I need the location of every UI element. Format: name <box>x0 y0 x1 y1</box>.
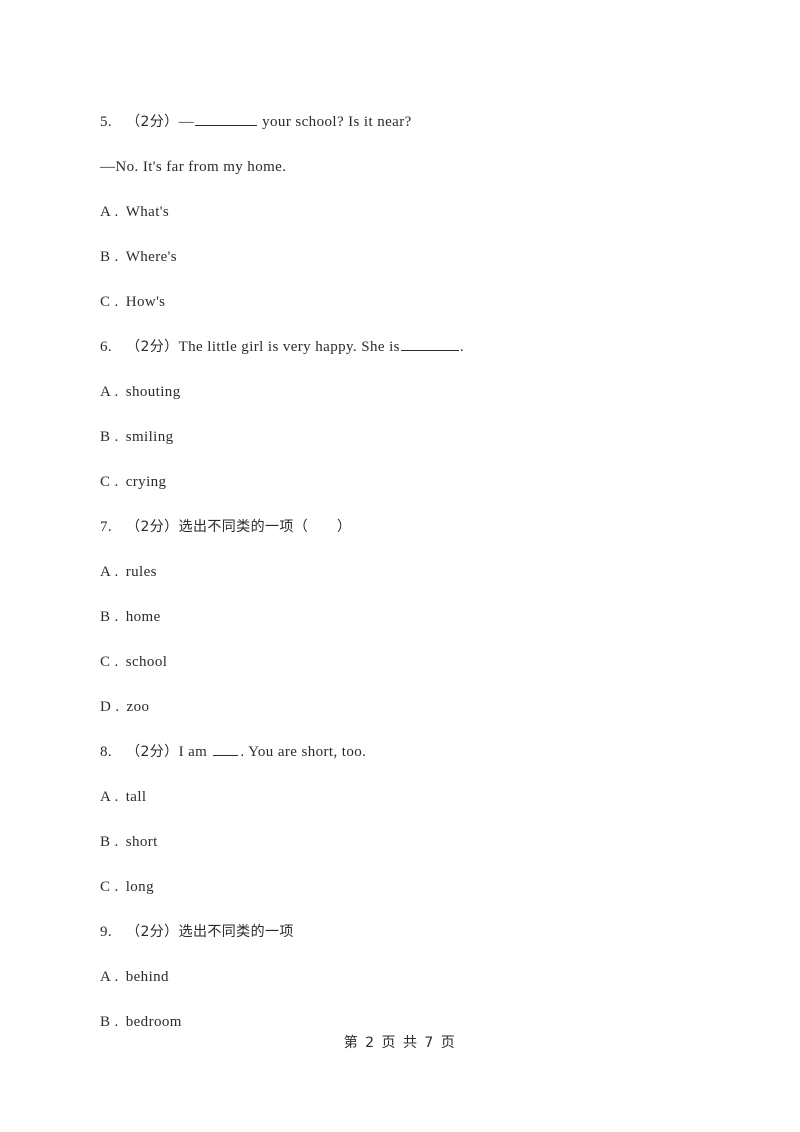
option-letter-8-b: B . <box>100 834 119 850</box>
answer-blank-6[interactable] <box>400 337 459 351</box>
question-stem-text-7: 选出不同类的一项（ ） <box>178 519 352 535</box>
option-text-5-a: What's <box>125 204 170 220</box>
question-score-5: （2分） <box>126 114 179 130</box>
question-continuation-5: —No. It's far from my home. <box>100 159 287 175</box>
option-letter-9-b: B . <box>100 1014 119 1030</box>
question-number-5: 5. <box>100 114 113 130</box>
option-text-9-a: behind <box>125 969 169 985</box>
question-stem-text-8-b: . You are short, too. <box>240 744 367 760</box>
option-8-a[interactable]: A . tall <box>100 775 740 820</box>
option-text-5-c: How's <box>125 294 166 310</box>
option-6-b[interactable]: B . smiling <box>100 415 740 460</box>
question-stem-text-5-b: your school? Is it near? <box>257 114 412 130</box>
option-letter-7-a: A . <box>100 564 119 580</box>
option-letter-7-b: B . <box>100 609 119 625</box>
option-text-7-c: school <box>125 654 168 670</box>
option-letter-9-a: A . <box>100 969 119 985</box>
answer-blank-8[interactable] <box>213 742 239 756</box>
question-stem-text-9: 选出不同类的一项 <box>178 924 294 940</box>
option-letter-6-a: A . <box>100 384 119 400</box>
option-text-7-b: home <box>125 609 161 625</box>
question-score-6: （2分） <box>126 339 179 355</box>
exam-page: 5. （2分）— your school? Is it near? —No. It… <box>0 0 800 1132</box>
option-text-8-a: tall <box>125 789 147 805</box>
option-6-a[interactable]: A . shouting <box>100 370 740 415</box>
question-stem-text-6-b: . <box>459 339 465 355</box>
question-score-7: （2分） <box>126 519 179 535</box>
option-text-6-a: shouting <box>125 384 181 400</box>
option-letter-5-a: A . <box>100 204 119 220</box>
question-number-7: 7. <box>100 519 113 535</box>
option-letter-6-c: C . <box>100 474 119 490</box>
option-7-a[interactable]: A . rules <box>100 550 740 595</box>
question-stem-6: 6. （2分）The little girl is very happy. She… <box>100 325 740 370</box>
option-letter-7-d: D . <box>100 699 120 715</box>
question-stem-text-5-a: — <box>178 114 194 130</box>
option-7-b[interactable]: B . home <box>100 595 740 640</box>
option-5-c[interactable]: C . How's <box>100 280 740 325</box>
option-6-c[interactable]: C . crying <box>100 460 740 505</box>
question-stem-text-6-a: The little girl is very happy. She is <box>178 339 400 355</box>
option-8-b[interactable]: B . short <box>100 820 740 865</box>
option-8-c[interactable]: C . long <box>100 865 740 910</box>
option-text-9-b: bedroom <box>125 1014 182 1030</box>
question-stem-5: 5. （2分）— your school? Is it near? <box>100 100 740 145</box>
option-5-a[interactable]: A . What's <box>100 190 740 235</box>
option-9-a[interactable]: A . behind <box>100 955 740 1000</box>
answer-blank-5[interactable] <box>194 112 257 126</box>
option-letter-8-a: A . <box>100 789 119 805</box>
question-stem-9: 9. （2分）选出不同类的一项 <box>100 910 740 955</box>
option-text-6-b: smiling <box>125 429 174 445</box>
option-text-7-a: rules <box>125 564 157 580</box>
question-score-8: （2分） <box>126 744 179 760</box>
option-text-5-b: Where's <box>125 249 178 265</box>
question-number-6: 6. <box>100 339 113 355</box>
option-letter-5-b: B . <box>100 249 119 265</box>
option-5-b[interactable]: B . Where's <box>100 235 740 280</box>
option-letter-5-c: C . <box>100 294 119 310</box>
option-7-d[interactable]: D . zoo <box>100 685 740 730</box>
question-number-8: 8. <box>100 744 113 760</box>
option-text-8-c: long <box>125 879 154 895</box>
question-stem-8: 8. （2分）I am . You are short, too. <box>100 730 740 775</box>
option-7-c[interactable]: C . school <box>100 640 740 685</box>
option-letter-8-c: C . <box>100 879 119 895</box>
option-letter-7-c: C . <box>100 654 119 670</box>
question-stem-text-8-a: I am <box>178 744 212 760</box>
option-text-6-c: crying <box>125 474 167 490</box>
option-letter-6-b: B . <box>100 429 119 445</box>
question-stem-7: 7. （2分）选出不同类的一项（ ） <box>100 505 740 550</box>
question-score-9: （2分） <box>126 924 179 940</box>
option-text-7-d: zoo <box>126 699 150 715</box>
question-list: 5. （2分）— your school? Is it near? —No. It… <box>100 100 740 1045</box>
page-footer: 第 2 页 共 7 页 <box>343 1035 457 1051</box>
option-text-8-b: short <box>125 834 158 850</box>
question-number-9: 9. <box>100 924 113 940</box>
